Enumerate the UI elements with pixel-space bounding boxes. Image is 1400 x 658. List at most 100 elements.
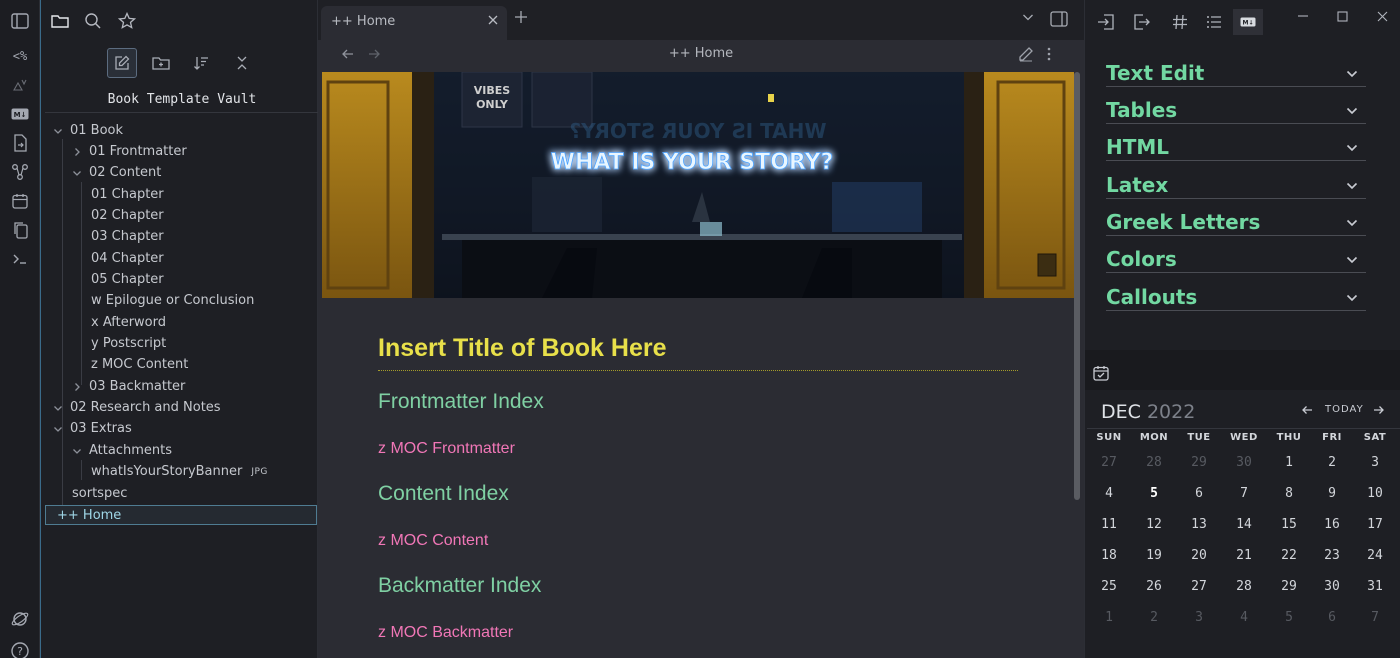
calendar-day[interactable]: 14	[1222, 517, 1266, 532]
minimize-icon[interactable]	[1297, 10, 1309, 22]
calendar-day[interactable]: 29	[1177, 455, 1221, 470]
link-moc-content[interactable]: z MOC Content	[378, 532, 488, 550]
file-sortspec[interactable]: sortspec	[72, 483, 127, 504]
folder-icon[interactable]	[49, 10, 71, 32]
calendar-day[interactable]: 6	[1310, 610, 1354, 625]
file-home-active[interactable]: ++ Home	[45, 505, 317, 525]
calendar-day[interactable]: 20	[1177, 548, 1221, 563]
calendar-day[interactable]: 2	[1310, 455, 1354, 470]
calendar-day[interactable]: 26	[1132, 579, 1176, 594]
star-icon[interactable]	[116, 10, 138, 32]
triangle-icon[interactable]	[9, 74, 31, 96]
file-epilogue[interactable]: w Epilogue or Conclusion	[91, 290, 254, 311]
link-moc-backmatter[interactable]: z MOC Backmatter	[378, 624, 513, 642]
snippet-greek-letters[interactable]: Greek Letters	[1106, 199, 1366, 236]
calendar-day[interactable]: 23	[1310, 548, 1354, 563]
file-moc-content[interactable]: z MOC Content	[91, 354, 188, 375]
folder-02-research[interactable]: 02 Research and Notes	[51, 397, 221, 418]
arrow-right-icon[interactable]	[1373, 404, 1385, 416]
export-icon[interactable]	[1131, 11, 1153, 33]
right-sidebar-toggle-icon[interactable]	[1050, 11, 1068, 27]
sidebar-toggle-icon[interactable]	[9, 10, 31, 32]
calendar-day[interactable]: 3	[1353, 455, 1397, 470]
more-options-icon[interactable]	[1046, 46, 1052, 62]
calendar-day[interactable]: 29	[1267, 579, 1311, 594]
file-04-chapter[interactable]: 04 Chapter	[91, 248, 164, 269]
calendar-day[interactable]: 7	[1222, 486, 1266, 501]
maximize-icon[interactable]	[1337, 11, 1348, 22]
sort-button[interactable]	[186, 48, 216, 78]
collapse-all-button[interactable]	[227, 48, 257, 78]
today-button[interactable]: TODAY	[1325, 404, 1364, 415]
file-03-chapter[interactable]: 03 Chapter	[91, 226, 164, 247]
calendar-day[interactable]: 19	[1132, 548, 1176, 563]
window-close-icon[interactable]	[1377, 11, 1388, 22]
markdown-icon[interactable]: M↓	[1233, 9, 1263, 35]
file-02-chapter[interactable]: 02 Chapter	[91, 205, 164, 226]
calendar-day[interactable]: 30	[1310, 579, 1354, 594]
calendar-day[interactable]: 7	[1353, 610, 1397, 625]
calendar-day[interactable]: 4	[1222, 610, 1266, 625]
calendar-day[interactable]: 12	[1132, 517, 1176, 532]
calendar-day[interactable]: 31	[1353, 579, 1397, 594]
file-05-chapter[interactable]: 05 Chapter	[91, 269, 164, 290]
new-note-button[interactable]	[107, 48, 137, 78]
hash-icon[interactable]	[1169, 11, 1191, 33]
calendar-day[interactable]: 30	[1222, 455, 1266, 470]
file-afterword[interactable]: x Afterword	[91, 312, 166, 333]
snippet-tables[interactable]: Tables	[1106, 87, 1366, 124]
calendar-day[interactable]: 18	[1087, 548, 1131, 563]
import-icon[interactable]	[1095, 11, 1117, 33]
scrollbar[interactable]	[1074, 72, 1080, 500]
calendar-day[interactable]: 25	[1087, 579, 1131, 594]
file-banner-image[interactable]: whatIsYourStoryBanner JPG	[91, 461, 268, 482]
calendar-day[interactable]: 10	[1353, 486, 1397, 501]
calendar-day[interactable]: 1	[1087, 610, 1131, 625]
chevron-down-icon[interactable]	[1022, 12, 1034, 22]
new-folder-button[interactable]	[146, 48, 176, 78]
calendar-day[interactable]: 11	[1087, 517, 1131, 532]
folder-01-book[interactable]: 01 Book	[51, 120, 123, 141]
calendar-day[interactable]: 8	[1267, 486, 1311, 501]
snippet-text-edit[interactable]: Text Edit	[1106, 50, 1366, 87]
calendar-day[interactable]: 4	[1087, 486, 1131, 501]
calendar-day[interactable]: 2	[1132, 610, 1176, 625]
calendar-day[interactable]: 5	[1267, 610, 1311, 625]
snippet-callouts[interactable]: Callouts	[1106, 274, 1366, 311]
calendar-day[interactable]: 24	[1353, 548, 1397, 563]
calendar-day[interactable]: 9	[1310, 486, 1354, 501]
folder-02-content[interactable]: 02 Content	[70, 162, 161, 183]
calendar-day[interactable]: 27	[1087, 455, 1131, 470]
help-icon[interactable]: ?	[9, 640, 31, 658]
tab-home[interactable]: ++ Home	[321, 6, 507, 40]
calendar-day[interactable]: 1	[1267, 455, 1311, 470]
calendar-day[interactable]: 27	[1177, 579, 1221, 594]
graph-icon[interactable]	[9, 161, 31, 183]
snippet-latex[interactable]: Latex	[1106, 162, 1366, 199]
planet-icon[interactable]	[9, 608, 31, 630]
markdown-icon[interactable]: M↓	[9, 103, 31, 125]
calendar-day[interactable]: 17	[1353, 517, 1397, 532]
calendar-day[interactable]: 22	[1267, 548, 1311, 563]
calendar-day[interactable]: 21	[1222, 548, 1266, 563]
close-icon[interactable]	[487, 14, 499, 26]
copy-icon[interactable]	[9, 219, 31, 241]
vault-name[interactable]: Book Template Vault	[45, 92, 319, 107]
arrow-left-icon[interactable]	[1301, 404, 1313, 416]
snippet-html[interactable]: HTML	[1106, 124, 1366, 161]
folder-03-extras[interactable]: 03 Extras	[51, 418, 132, 439]
calendar-day[interactable]: 15	[1267, 517, 1311, 532]
file-01-chapter[interactable]: 01 Chapter	[91, 184, 164, 205]
calendar-icon[interactable]	[9, 190, 31, 212]
calendar-day[interactable]: 13	[1177, 517, 1221, 532]
folder-03-backmatter[interactable]: 03 Backmatter	[70, 376, 185, 397]
plus-icon[interactable]	[514, 10, 528, 24]
file-postscript[interactable]: y Postscript	[91, 333, 166, 354]
list-icon[interactable]	[1203, 11, 1225, 33]
calendar-day[interactable]: 28	[1222, 579, 1266, 594]
code-icon[interactable]: <%	[9, 45, 31, 67]
view-title[interactable]: ++ Home	[318, 46, 1084, 61]
snippet-colors[interactable]: Colors	[1106, 236, 1366, 273]
calendar-day[interactable]: 3	[1177, 610, 1221, 625]
calendar-day[interactable]: 16	[1310, 517, 1354, 532]
